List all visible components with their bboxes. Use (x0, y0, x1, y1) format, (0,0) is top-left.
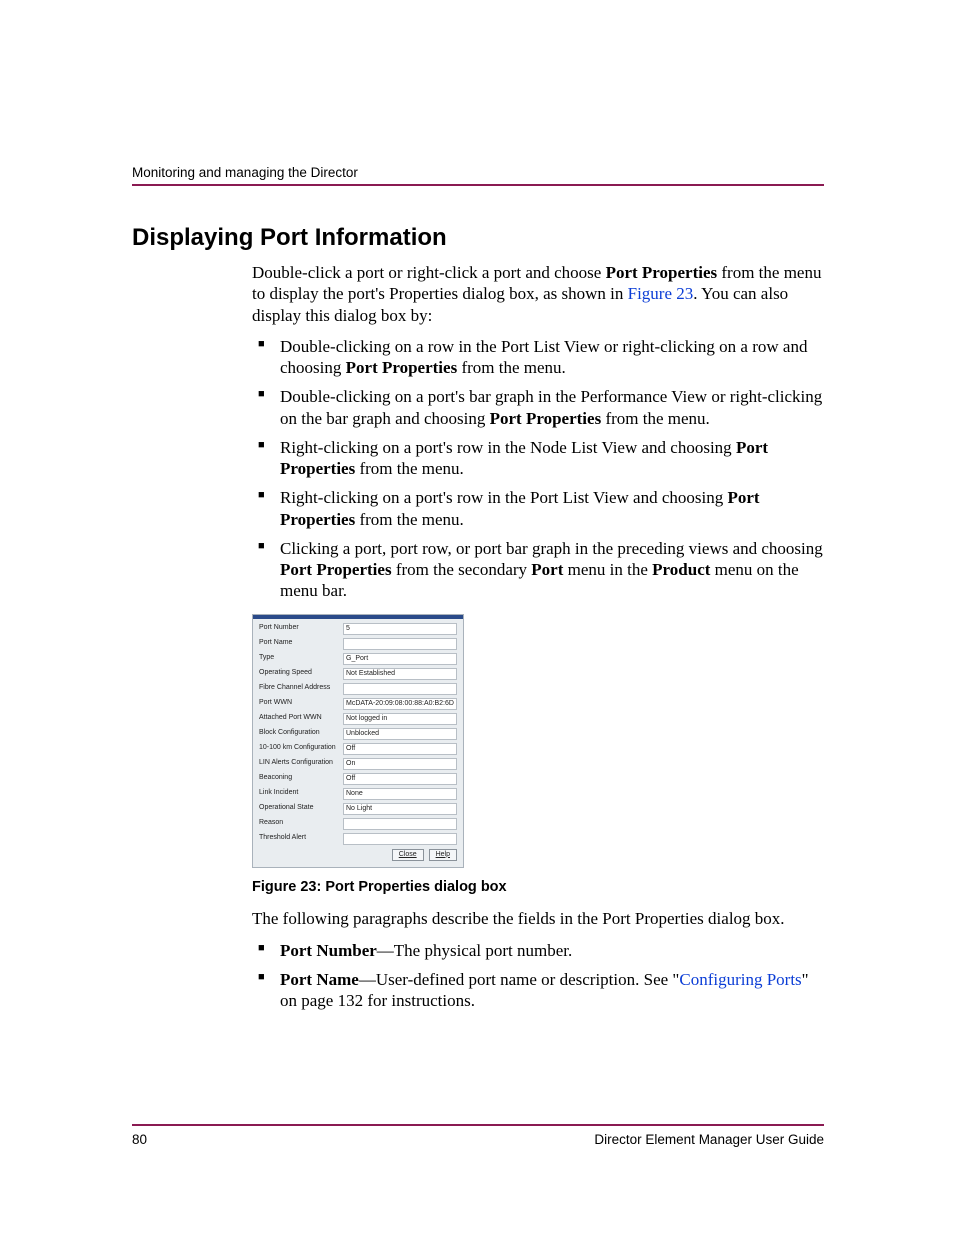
dialog-field-value: G_Port (343, 653, 457, 665)
dialog-field-value (343, 833, 457, 845)
dialog-field-value: Unblocked (343, 728, 457, 740)
dialog-row: Operating SpeedNot Established (259, 668, 457, 680)
figure-23-link[interactable]: Figure 23 (628, 284, 694, 303)
running-header: Monitoring and managing the Director (132, 165, 824, 180)
text: from the menu. (355, 459, 464, 478)
dialog-row: Attached Port WWNNot logged in (259, 713, 457, 725)
dialog-titlebar (253, 615, 463, 619)
page-number: 80 (132, 1132, 147, 1147)
dialog-field-label: Reason (259, 819, 343, 828)
field-name: Port Name (280, 970, 359, 989)
text: from the menu. (601, 409, 710, 428)
figure-23: Port Number5Port NameTypeG_PortOperating… (252, 614, 824, 869)
dialog-field-label: Beaconing (259, 774, 343, 783)
dialog-field-value (343, 683, 457, 695)
section-heading: Displaying Port Information (132, 224, 824, 252)
dialog-buttons: Close Help (259, 849, 457, 862)
dialog-field-value: Off (343, 773, 457, 785)
fields-list: Port Number—The physical port number. Po… (252, 940, 824, 1012)
text: from the menu. (355, 510, 464, 529)
dialog-row: Block ConfigurationUnblocked (259, 728, 457, 740)
dialog-field-label: Type (259, 654, 343, 663)
text: from the menu. (457, 358, 566, 377)
dialog-field-label: Port Name (259, 639, 343, 648)
text: —The physical port number. (377, 941, 572, 960)
dialog-field-label: Block Configuration (259, 729, 343, 738)
dialog-field-label: Operating Speed (259, 669, 343, 678)
dialog-field-label: LIN Alerts Configuration (259, 759, 343, 768)
dialog-field-label: Link Incident (259, 789, 343, 798)
configuring-ports-link[interactable]: Configuring Ports (679, 970, 801, 989)
dialog-field-label: Port Number (259, 624, 343, 633)
dialog-field-value (343, 818, 457, 830)
dialog-row: BeaconingOff (259, 773, 457, 785)
dialog-row: Port Name (259, 638, 457, 650)
text: —User-defined port name or description. … (359, 970, 680, 989)
page-footer: 80 Director Element Manager User Guide (132, 1124, 824, 1147)
text: Right-clicking on a port's row in the Po… (280, 488, 727, 507)
dialog-field-label: Fibre Channel Address (259, 684, 343, 693)
dialog-row: LIN Alerts ConfigurationOn (259, 758, 457, 770)
dialog-row: 10-100 km ConfigurationOff (259, 743, 457, 755)
dialog-field-value: No Light (343, 803, 457, 815)
dialog-row: Fibre Channel Address (259, 683, 457, 695)
dialog-row: Port WWNMcDATA-20:09:08:00:88:A0:B2:6D (259, 698, 457, 710)
list-item: Port Number—The physical port number. (252, 940, 824, 961)
close-button[interactable]: Close (392, 849, 424, 862)
term: Product (652, 560, 710, 579)
help-button[interactable]: Help (429, 849, 457, 862)
intro-paragraph: Double-click a port or right-click a por… (252, 262, 824, 326)
dialog-field-value: Off (343, 743, 457, 755)
list-item: Port Name—User-defined port name or desc… (252, 969, 824, 1012)
dialog-field-value: 5 (343, 623, 457, 635)
page: Monitoring and managing the Director Dis… (0, 0, 954, 1235)
dialog-field-value: Not Established (343, 668, 457, 680)
dialog-field-label: Attached Port WWN (259, 714, 343, 723)
dialog-field-label: Operational State (259, 804, 343, 813)
dialog-row: Link IncidentNone (259, 788, 457, 800)
dialog-field-value: Not logged in (343, 713, 457, 725)
footer-rule (132, 1124, 824, 1126)
dialog-field-value: On (343, 758, 457, 770)
dialog-field-value: McDATA-20:09:08:00:88:A0:B2:6D (343, 698, 457, 710)
dialog-row: TypeG_Port (259, 653, 457, 665)
dialog-row: Threshold Alert (259, 833, 457, 845)
port-properties-dialog: Port Number5Port NameTypeG_PortOperating… (252, 614, 464, 869)
list-item: Double-clicking on a row in the Port Lis… (252, 336, 824, 379)
term: Port (531, 560, 563, 579)
text: Double-click a port or right-click a por… (252, 263, 606, 282)
dialog-field-value: None (343, 788, 457, 800)
body-column: Double-click a port or right-click a por… (252, 262, 824, 1011)
dialog-row: Operational StateNo Light (259, 803, 457, 815)
text: from the secondary (392, 560, 532, 579)
list-item: Right-clicking on a port's row in the Po… (252, 487, 824, 530)
text: Clicking a port, port row, or port bar g… (280, 539, 823, 558)
dialog-row: Port Number5 (259, 623, 457, 635)
dialog-field-label: Threshold Alert (259, 834, 343, 843)
dialog-row: Reason (259, 818, 457, 830)
figure-caption: Figure 23: Port Properties dialog box (252, 878, 824, 896)
dialog-field-label: Port WWN (259, 699, 343, 708)
term: Port Properties (490, 409, 602, 428)
dialog-field-label: 10-100 km Configuration (259, 744, 343, 753)
dialog-field-value (343, 638, 457, 650)
field-name: Port Number (280, 941, 377, 960)
term: Port Properties (280, 560, 392, 579)
list-item: Clicking a port, port row, or port bar g… (252, 538, 824, 602)
header-rule (132, 184, 824, 186)
dialog-fields: Port Number5Port NameTypeG_PortOperating… (259, 623, 457, 845)
list-item: Double-clicking on a port's bar graph in… (252, 386, 824, 429)
text: Right-clicking on a port's row in the No… (280, 438, 736, 457)
doc-title: Director Element Manager User Guide (594, 1132, 824, 1147)
list-item: Right-clicking on a port's row in the No… (252, 437, 824, 480)
term: Port Properties (346, 358, 458, 377)
methods-list: Double-clicking on a row in the Port Lis… (252, 336, 824, 602)
text: menu in the (563, 560, 652, 579)
term-port-properties: Port Properties (606, 263, 718, 282)
after-figure-paragraph: The following paragraphs describe the fi… (252, 908, 824, 929)
